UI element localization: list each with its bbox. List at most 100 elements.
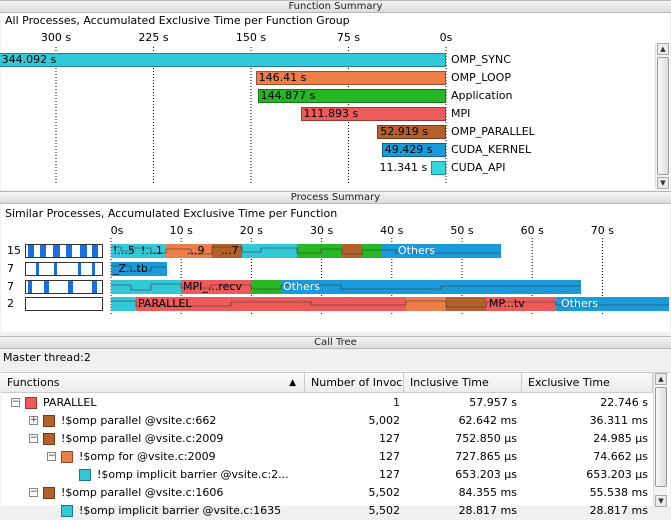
call-tree-title: Call Tree [314, 337, 357, 348]
expand-icon[interactable]: + [29, 416, 38, 425]
function-group-value: 49.429 s [384, 143, 433, 156]
process-segment-label: PARALLEL [138, 297, 192, 310]
process-row-mini-timeline[interactable] [25, 244, 103, 258]
function-color-swatch [61, 451, 73, 463]
column-header-label: Inclusive Time [410, 376, 489, 389]
column-header-exclusive[interactable]: Exclusive Time [522, 373, 653, 393]
invocation-count: 1 [393, 396, 400, 409]
process-row-count: 7 [7, 262, 14, 275]
tree-row[interactable]: − !$omp parallel @vsite.c:1606 5,502 84.355… [1, 484, 653, 502]
collapse-icon[interactable]: − [29, 488, 38, 497]
function-group-value: 52.919 s [380, 125, 428, 138]
collapse-icon[interactable]: − [29, 434, 38, 443]
column-header-inclusive[interactable]: Inclusive Time [404, 373, 522, 393]
function-group-value: 344.092 s [1, 53, 57, 66]
process-row-bar[interactable]: MPI_...recv Others [111, 280, 581, 294]
process-row-bar[interactable]: !...5 !...1 ...9 ...7 Others [111, 244, 501, 258]
function-summary-titlebar: Function Summary [0, 0, 671, 13]
function-group-value: 146.41 s [258, 71, 307, 84]
process-segment-label: Others [398, 244, 435, 257]
process-segment-label: _Z...tb [113, 262, 148, 275]
scroll-up-arrow-icon[interactable]: ▲ [657, 43, 669, 55]
exclusive-time: 28.817 ms [589, 504, 648, 517]
function-name: !$omp implicit barrier @vsite.c:1635 [79, 504, 282, 517]
collapse-icon[interactable]: − [47, 452, 56, 461]
process-row-mini-timeline[interactable] [25, 297, 103, 311]
function-color-swatch [79, 469, 91, 481]
tree-row[interactable]: − !$omp for @vsite.c:2009 127 727.865 µs 74.… [1, 448, 653, 466]
process-segment-label: ...9 [187, 244, 205, 257]
invocation-count: 5,502 [368, 486, 401, 499]
function-color-swatch [43, 433, 55, 445]
function-color-swatch [43, 415, 55, 427]
process-row-bar[interactable]: PARALLEL MP...tv Others [111, 297, 669, 311]
function-name: !$omp parallel @vsite.c:1606 [61, 486, 224, 499]
process-row-count: 15 [7, 244, 21, 257]
exclusive-time: 36.311 ms [589, 414, 648, 427]
process-summary-title: Process Summary [290, 192, 381, 203]
inclusive-time: 752.850 µs [455, 432, 517, 445]
function-group-name: Application [451, 89, 513, 102]
process-summary-titlebar: Process Summary [0, 191, 671, 204]
inclusive-time: 28.817 ms [458, 504, 517, 517]
scroll-thumb[interactable] [655, 387, 667, 487]
tree-row[interactable]: !$omp implicit barrier @vsite.c:1635 5,50… [1, 502, 653, 520]
tree-row[interactable]: !$omp implicit barrier @vsite.c:2... 127 6… [1, 466, 653, 484]
exclusive-time: 653.203 µs [586, 468, 648, 481]
invocation-count: 127 [379, 432, 400, 445]
master-thread-label: Master thread:2 [3, 351, 91, 364]
column-header-label: Number of Invoc [311, 376, 403, 389]
process-segment-label: !...5 [113, 244, 135, 257]
function-group-name: CUDA_KERNEL [451, 143, 532, 156]
call-tree-table: Functions ▲ Number of Invoc Inclusive Ti… [1, 372, 670, 517]
function-group-name: MPI [451, 107, 471, 120]
inclusive-time: 727.865 µs [455, 450, 517, 463]
call-tree-titlebar: Call Tree [0, 336, 671, 349]
invocation-count: 5,502 [368, 504, 401, 517]
sort-ascending-icon[interactable]: ▲ [289, 373, 296, 392]
column-header-functions[interactable]: Functions ▲ [1, 373, 305, 393]
scroll-thumb[interactable] [657, 57, 669, 175]
function-group-value: 111.893 s [303, 107, 359, 120]
invocation-count: 127 [379, 468, 400, 481]
tree-row[interactable]: + !$omp parallel @vsite.c:662 5,002 62.642 … [1, 412, 653, 430]
process-segment-label: Others [283, 280, 320, 293]
call-tree-scrollbar[interactable]: ▲ ▼ [653, 373, 667, 507]
function-group-value: 144.877 s [260, 89, 316, 102]
function-group-bar[interactable] [431, 161, 446, 175]
function-name: PARALLEL [43, 396, 97, 409]
function-name: !$omp parallel @vsite.c:2009 [61, 432, 224, 445]
function-group-bar[interactable] [0, 53, 446, 67]
process-row-bar[interactable]: _Z...tb [111, 262, 167, 276]
function-summary-scrollbar[interactable]: ▲ ▼ [655, 43, 669, 189]
invocation-count: 5,002 [368, 414, 401, 427]
invocation-count: 127 [379, 450, 400, 463]
scroll-down-arrow-icon[interactable]: ▼ [657, 177, 669, 189]
process-segment-label: !...1 [141, 244, 163, 257]
inclusive-time: 84.355 ms [458, 486, 517, 499]
inclusive-time: 653.203 µs [455, 468, 517, 481]
function-name: !$omp parallel @vsite.c:662 [61, 414, 217, 427]
inclusive-time: 62.642 ms [458, 414, 517, 427]
collapse-icon[interactable]: − [11, 398, 20, 407]
tree-row[interactable]: − PARALLEL 1 57.957 s 22.746 s [1, 394, 653, 412]
tree-row[interactable]: − !$omp parallel @vsite.c:2009 127 752.850 … [1, 430, 653, 448]
function-color-swatch [61, 505, 73, 517]
process-row-mini-timeline[interactable] [25, 262, 103, 276]
function-group-name: OMP_SYNC [451, 53, 511, 66]
process-row-count: 2 [7, 297, 14, 310]
scroll-down-arrow-icon[interactable]: ▼ [655, 495, 667, 507]
process-segment-label: MPI_...recv [183, 280, 242, 293]
function-name: !$omp implicit barrier @vsite.c:2... [97, 468, 289, 481]
function-color-swatch [43, 487, 55, 499]
scroll-up-arrow-icon[interactable]: ▲ [655, 373, 667, 385]
process-row-count: 7 [7, 280, 14, 293]
exclusive-time: 24.985 µs [593, 432, 648, 445]
function-group-name: OMP_LOOP [451, 71, 511, 84]
process-row-mini-timeline[interactable] [25, 280, 103, 294]
function-group-value: 11.341 s [379, 161, 428, 174]
column-header-invocations[interactable]: Number of Invoc [305, 373, 404, 393]
exclusive-time: 22.746 s [600, 396, 648, 409]
function-group-name: CUDA_API [451, 161, 506, 174]
column-header-label: Exclusive Time [528, 376, 610, 389]
